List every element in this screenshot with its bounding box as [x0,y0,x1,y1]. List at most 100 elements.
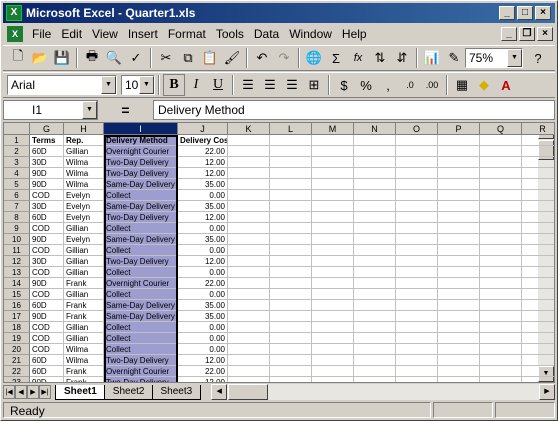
cell-rep[interactable]: Gillian [64,267,104,278]
cell-empty[interactable] [228,245,270,256]
column-header-i[interactable]: I [104,123,178,135]
cell-empty[interactable] [480,377,522,382]
cell-empty[interactable] [228,366,270,377]
column-header-r[interactable]: R [522,123,554,135]
cell-empty[interactable] [522,267,554,278]
cell-empty[interactable] [354,322,396,333]
cell-empty[interactable] [480,245,522,256]
cell-empty[interactable] [270,322,312,333]
cell-empty[interactable] [312,377,354,382]
column-header-j[interactable]: J [178,123,228,135]
cell-rep[interactable]: Gillian [64,322,104,333]
cell-empty[interactable] [438,267,480,278]
cell-empty[interactable] [270,157,312,168]
cell-empty[interactable] [480,157,522,168]
column-header-l[interactable]: L [270,123,312,135]
underline-button[interactable]: U [207,74,229,96]
cell-empty[interactable] [354,135,396,146]
cut-icon[interactable]: ✂ [155,47,177,69]
cell-empty[interactable] [438,344,480,355]
align-center-icon[interactable]: ☰ [259,74,281,96]
cell-empty[interactable] [522,256,554,267]
cell-terms[interactable]: 60D [30,366,64,377]
row-header[interactable]: 13 [4,267,30,278]
cell-empty[interactable] [480,267,522,278]
merge-center-icon[interactable]: ⊞ [303,74,325,96]
cell-empty[interactable] [438,179,480,190]
cell-cost[interactable]: 22.00 [178,366,228,377]
cell-empty[interactable] [228,322,270,333]
cell-terms[interactable]: 90D [30,278,64,289]
column-header-n[interactable]: N [354,123,396,135]
cell-empty[interactable] [354,278,396,289]
cell-empty[interactable] [438,223,480,234]
row-header[interactable]: 14 [4,278,30,289]
open-icon[interactable]: 📂 [29,47,51,69]
cell-empty[interactable] [480,190,522,201]
cell-terms[interactable]: 30D [30,157,64,168]
cell-empty[interactable] [396,333,438,344]
cell-cost[interactable]: 0.00 [178,245,228,256]
cell-empty[interactable] [354,355,396,366]
cell-empty[interactable] [438,278,480,289]
cell-terms[interactable]: COD [30,245,64,256]
cell-empty[interactable] [270,344,312,355]
cell-empty[interactable] [522,157,554,168]
cell-terms[interactable]: 60D [30,146,64,157]
column-header-h[interactable]: H [64,123,104,135]
menu-window[interactable]: Window [284,27,337,41]
menu-data[interactable]: Data [249,27,284,41]
cell-cost[interactable]: 12.00 [178,256,228,267]
cell-empty[interactable] [312,223,354,234]
cell-empty[interactable] [228,146,270,157]
sort-ascending-icon[interactable]: ⇅ [369,47,391,69]
zoom-select[interactable]: 75% ▼ [465,48,523,68]
print-preview-icon[interactable]: 🔍 [103,47,125,69]
cell-empty[interactable] [312,168,354,179]
cell-empty[interactable] [270,245,312,256]
cell-rep[interactable]: Wilma [64,168,104,179]
chevron-down-icon[interactable]: ▼ [507,49,522,67]
cell-empty[interactable] [396,234,438,245]
cell-empty[interactable] [270,278,312,289]
close-button[interactable]: × [535,6,551,20]
cell-rep[interactable]: Evelyn [64,234,104,245]
cell-terms[interactable]: 60D [30,355,64,366]
cell-empty[interactable] [396,146,438,157]
cell-empty[interactable] [522,179,554,190]
cell-terms[interactable]: COD [30,333,64,344]
row-header[interactable]: 3 [4,157,30,168]
scroll-left-icon[interactable]: ◀ [211,384,228,400]
italic-button[interactable]: I [185,74,207,96]
row-header[interactable]: 6 [4,190,30,201]
cell-cost[interactable]: 12.00 [178,157,228,168]
cell-empty[interactable] [312,366,354,377]
next-sheet-icon[interactable]: ▶ [27,385,39,399]
cell-empty[interactable] [354,344,396,355]
cell-empty[interactable] [480,278,522,289]
cell-empty[interactable] [396,245,438,256]
cell-empty[interactable] [354,168,396,179]
cell-cost[interactable]: 12.00 [178,377,228,382]
cell-empty[interactable] [270,223,312,234]
cell-empty[interactable] [522,278,554,289]
cell-empty[interactable] [354,234,396,245]
chart-wizard-icon[interactable]: 📊 [421,47,443,69]
cell-cost[interactable]: 12.00 [178,355,228,366]
print-icon[interactable]: 🖶 [81,47,103,69]
cell-empty[interactable] [270,311,312,322]
cell-empty[interactable] [438,234,480,245]
cell-rep[interactable]: Wilma [64,179,104,190]
cell-rep[interactable]: Frank [64,300,104,311]
redo-icon[interactable]: ↷ [273,47,295,69]
cell-terms[interactable]: 90D [30,377,64,382]
cell-empty[interactable] [480,234,522,245]
hyperlink-icon[interactable]: 🌐 [303,47,325,69]
cell-empty[interactable] [354,146,396,157]
cell-empty[interactable] [522,333,554,344]
cell-rep[interactable]: Gillian [64,289,104,300]
cell-empty[interactable] [312,344,354,355]
cell-empty[interactable] [354,333,396,344]
menu-tools[interactable]: Tools [211,27,249,41]
cell-empty[interactable] [312,146,354,157]
